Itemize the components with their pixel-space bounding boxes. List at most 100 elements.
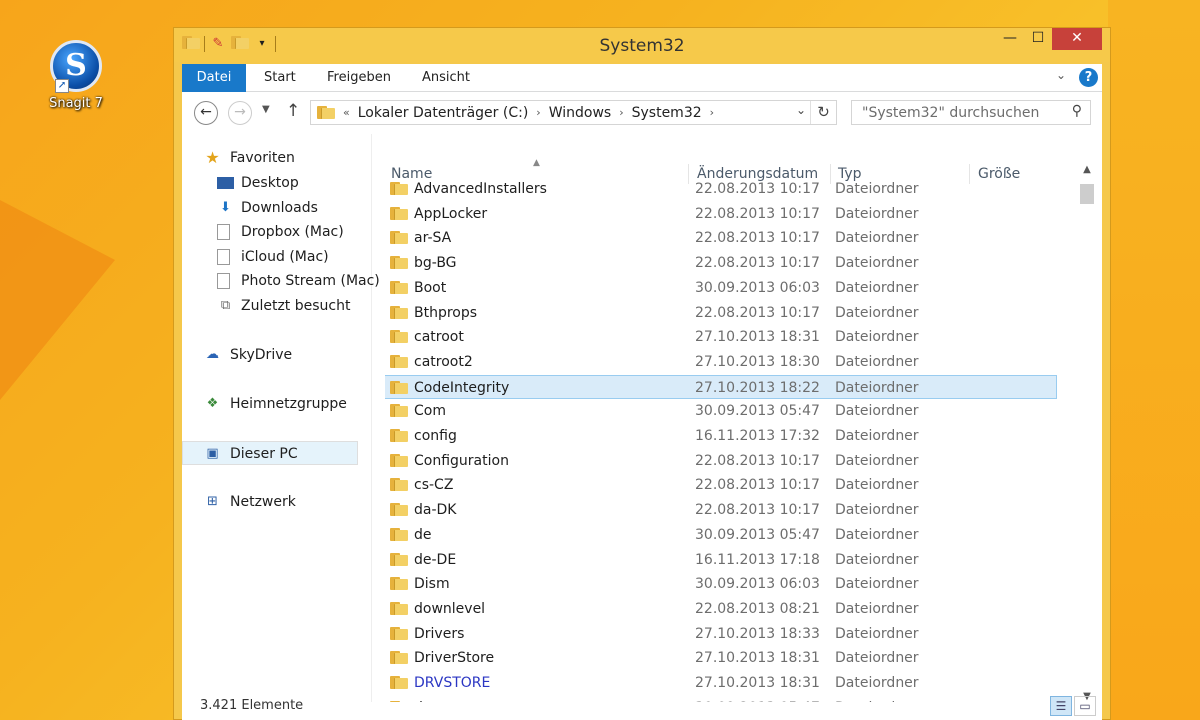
nav-dropbox[interactable]: Dropbox (Mac): [182, 220, 368, 244]
skydrive-icon: ☁: [206, 347, 219, 362]
table-row[interactable]: catroot 27.10.2013 18:31 Dateiordner: [385, 325, 1057, 349]
table-row[interactable]: CodeIntegrity 27.10.2013 18:22 Dateiordner: [385, 374, 1057, 399]
nav-skydrive[interactable]: ☁ SkyDrive: [182, 343, 368, 367]
up-button[interactable]: ↑: [286, 101, 300, 121]
tab-freigeben[interactable]: Freigeben: [327, 64, 391, 92]
large-icons-view-icon[interactable]: ▭: [1074, 696, 1096, 716]
file-type: Dateiordner: [835, 477, 919, 494]
title-bar: ✎ ▾ System32 — ☐ ✕: [174, 28, 1110, 62]
close-button[interactable]: ✕: [1052, 28, 1102, 50]
nav-icloud[interactable]: iCloud (Mac): [182, 245, 368, 269]
table-row[interactable]: AdvancedInstallers 22.08.2013 10:17 Dateio…: [385, 177, 1057, 201]
scroll-thumb[interactable]: [1080, 184, 1094, 204]
table-row[interactable]: Boot 30.09.2013 06:03 Dateiordner: [385, 276, 1057, 300]
desktop-icon-label: Snagit 7: [49, 96, 103, 111]
folder-icon: [390, 675, 408, 690]
file-date: 22.08.2013 10:17: [695, 205, 820, 222]
breadcrumb-separator[interactable]: ›: [710, 106, 714, 119]
table-row[interactable]: DRVSTORE 27.10.2013 18:31 Dateiordner: [385, 671, 1057, 695]
search-box[interactable]: ⚲: [851, 100, 1091, 125]
nav-photo-stream[interactable]: Photo Stream (Mac): [182, 269, 380, 293]
help-icon[interactable]: ?: [1079, 68, 1098, 87]
nav-favorites[interactable]: ★ Favoriten: [182, 146, 368, 170]
nav-homegroup[interactable]: ❖ Heimnetzgruppe: [182, 392, 368, 416]
table-row[interactable]: Bthprops 22.08.2013 10:17 Dateiordner: [385, 301, 1057, 325]
maximize-button[interactable]: ☐: [1024, 28, 1052, 50]
folder-icon: [390, 527, 408, 542]
table-row[interactable]: da-DK 22.08.2013 10:17 Dateiordner: [385, 498, 1057, 522]
tab-datei[interactable]: Datei: [182, 64, 246, 92]
shortcut-arrow-icon: ↗: [55, 79, 69, 93]
breadcrumb-windows[interactable]: Windows: [549, 105, 612, 121]
minimize-button[interactable]: —: [996, 28, 1024, 50]
scroll-up-icon[interactable]: ▲: [1076, 164, 1098, 175]
search-input[interactable]: [852, 101, 1052, 124]
file-type: Dateiordner: [835, 551, 919, 568]
table-row[interactable]: downlevel 22.08.2013 08:21 Dateiordner: [385, 597, 1057, 621]
table-row[interactable]: DriverStore 27.10.2013 18:31 Dateiordner: [385, 646, 1057, 670]
table-row[interactable]: Drivers 27.10.2013 18:33 Dateiordner: [385, 622, 1057, 646]
navigation-pane: ★ Favoriten Desktop ⬇ Downloads Dropbox …: [182, 134, 380, 702]
tab-start[interactable]: Start: [264, 64, 296, 92]
table-row[interactable]: cs-CZ 22.08.2013 10:17 Dateiordner: [385, 473, 1057, 497]
folder-icon: [390, 403, 408, 418]
table-row[interactable]: catroot2 27.10.2013 18:30 Dateiordner: [385, 350, 1057, 374]
file-name: Boot: [414, 279, 447, 296]
file-type: Dateiordner: [835, 379, 919, 396]
nav-desktop[interactable]: Desktop: [182, 171, 368, 195]
file-type: Dateiordner: [835, 403, 919, 420]
file-date: 27.10.2013 18:33: [695, 625, 820, 642]
content-area: ★ Favoriten Desktop ⬇ Downloads Dropbox …: [182, 134, 1102, 702]
file-date: 30.09.2013 05:47: [695, 403, 820, 420]
table-row[interactable]: bg-BG 22.08.2013 10:17 Dateiordner: [385, 251, 1057, 275]
tab-ansicht[interactable]: Ansicht: [422, 64, 470, 92]
file-type: Dateiordner: [835, 353, 919, 370]
nav-downloads[interactable]: ⬇ Downloads: [182, 196, 368, 220]
refresh-icon[interactable]: ↻: [810, 101, 836, 124]
table-row[interactable]: AppLocker 22.08.2013 10:17 Dateiordner: [385, 202, 1057, 226]
address-dropdown-icon[interactable]: ⌄: [796, 103, 806, 117]
folder-icon: [390, 502, 408, 517]
address-overflow[interactable]: «: [343, 106, 350, 119]
breadcrumb-drive[interactable]: Lokaler Datenträger (C:): [358, 105, 529, 121]
details-view-icon[interactable]: ☰: [1050, 696, 1072, 716]
folder-icon: [390, 354, 408, 369]
file-date: 22.08.2013 10:17: [695, 502, 820, 519]
breadcrumb-separator[interactable]: ›: [536, 106, 540, 119]
forward-button[interactable]: →: [228, 101, 252, 125]
ribbon-expand-icon[interactable]: ⌄: [1056, 68, 1066, 82]
address-bar[interactable]: « Lokaler Datenträger (C:) › Windows › S…: [310, 100, 837, 125]
folder-icon: [390, 305, 408, 320]
file-type: Dateiordner: [835, 452, 919, 469]
table-row[interactable]: config 16.11.2013 17:32 Dateiordner: [385, 424, 1057, 448]
explorer-window: ✎ ▾ System32 — ☐ ✕ Datei Start Freigeben…: [173, 27, 1111, 720]
file-date: 30.09.2013 06:03: [695, 279, 820, 296]
back-button[interactable]: ←: [194, 101, 218, 125]
table-row[interactable]: ar-SA 22.08.2013 10:17 Dateiordner: [385, 226, 1057, 250]
breadcrumb-system32[interactable]: System32: [632, 105, 702, 121]
nav-label: Dropbox (Mac): [241, 224, 344, 240]
file-name: DRVSTORE: [414, 675, 491, 691]
table-row[interactable]: de-DE 16.11.2013 17:18 Dateiordner: [385, 548, 1057, 572]
file-name: catroot2: [414, 353, 473, 370]
nav-this-pc[interactable]: ▣ Dieser PC: [182, 441, 358, 465]
table-row[interactable]: Configuration 22.08.2013 10:17 Dateiordner: [385, 449, 1057, 473]
recent-locations-icon[interactable]: ▼: [262, 104, 270, 115]
file-date: 22.08.2013 10:17: [695, 255, 820, 272]
file-name: de: [414, 526, 432, 543]
desktop-icon-snagit[interactable]: S ↗ Snagit 7: [44, 40, 108, 111]
table-row[interactable]: de 30.09.2013 05:47 Dateiordner: [385, 523, 1057, 547]
folder-icon: [390, 428, 408, 443]
file-date: 22.08.2013 10:17: [695, 477, 820, 494]
vertical-scrollbar[interactable]: ▲ ▼: [1076, 162, 1098, 702]
table-row[interactable]: Com 30.09.2013 05:47 Dateiordner: [385, 399, 1057, 423]
file-name: AdvancedInstallers: [414, 181, 547, 197]
file-type: Dateiordner: [835, 600, 919, 617]
search-icon[interactable]: ⚲: [1072, 103, 1082, 119]
desktop-icon: [217, 177, 234, 189]
table-row[interactable]: Dism 30.09.2013 06:03 Dateiordner: [385, 572, 1057, 596]
nav-recent-places[interactable]: ⧉ Zuletzt besucht: [182, 294, 368, 318]
breadcrumb-separator[interactable]: ›: [619, 106, 623, 119]
document-icon: [217, 273, 230, 289]
nav-network[interactable]: ⊞ Netzwerk: [182, 490, 368, 514]
